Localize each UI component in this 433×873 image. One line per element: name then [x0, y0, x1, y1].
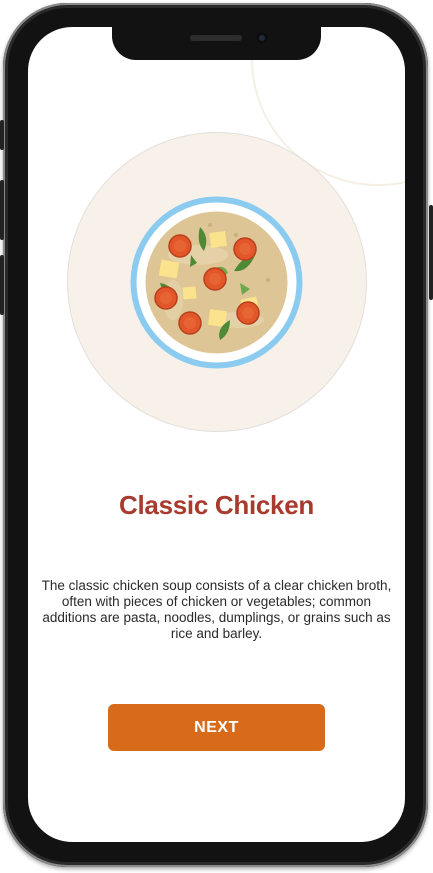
- speaker-grille: [190, 35, 242, 41]
- dish-description: The classic chicken soup consists of a c…: [41, 578, 392, 641]
- next-button[interactable]: NEXT: [108, 704, 325, 751]
- volume-down-button: [0, 255, 4, 315]
- dish-title: Classic Chicken: [119, 490, 314, 520]
- phone-notch: [112, 27, 321, 60]
- chicken-soup-bowl-icon: [130, 196, 303, 369]
- mute-switch: [0, 120, 4, 150]
- front-camera: [256, 32, 268, 44]
- power-button: [429, 205, 433, 300]
- volume-up-button: [0, 180, 4, 240]
